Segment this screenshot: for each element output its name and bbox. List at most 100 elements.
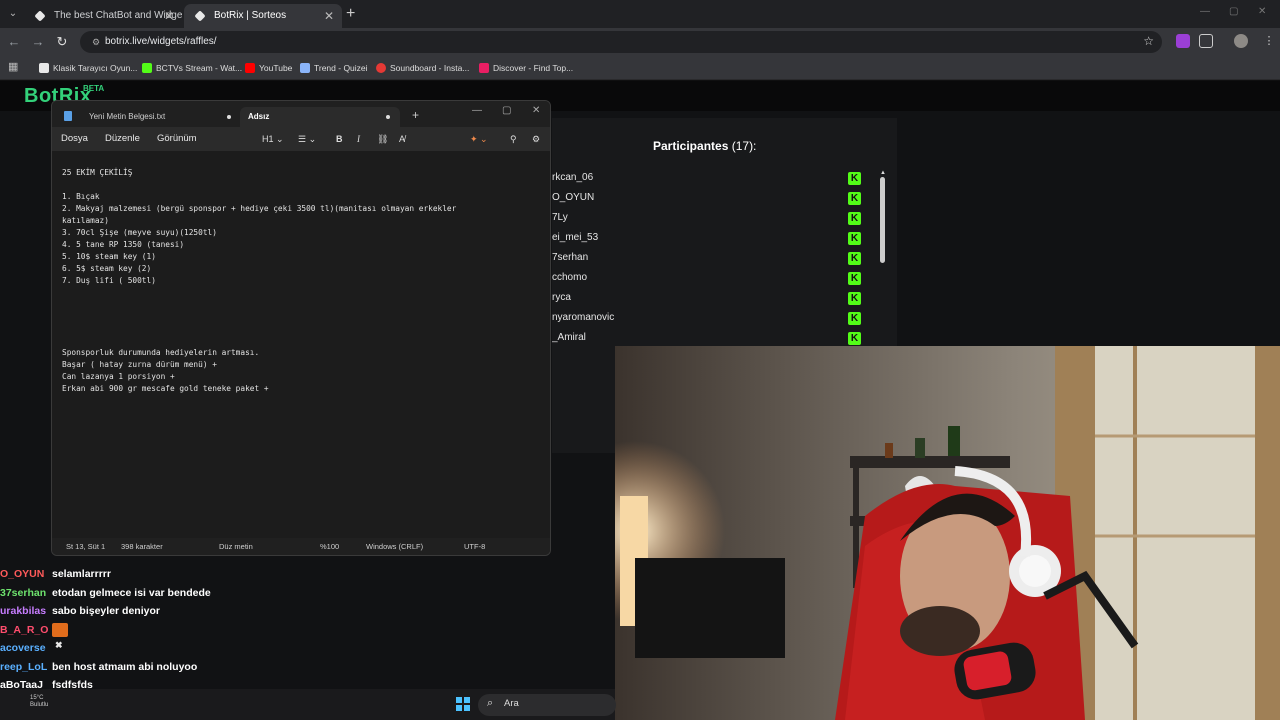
menu-view[interactable]: Görünüm bbox=[157, 127, 197, 151]
windows-start-icon[interactable] bbox=[456, 697, 470, 711]
extension-icon[interactable] bbox=[1176, 34, 1190, 48]
close-window-icon[interactable]: ✕ bbox=[1258, 6, 1266, 17]
scroll-up-icon[interactable]: ▲ bbox=[880, 169, 886, 177]
kick-platform-icon: K bbox=[848, 212, 861, 225]
forward-icon[interactable]: → bbox=[30, 34, 46, 50]
browser-toolbar: ← → ↻ ⚙ botrix.live/widgets/raffles/ ☆ bbox=[0, 28, 1280, 56]
line-endings: Windows (CRLF) bbox=[366, 542, 424, 551]
chat-username[interactable]: 37serhan bbox=[0, 587, 46, 599]
maximize-icon[interactable]: ▢ bbox=[1229, 6, 1238, 17]
scrollbar-thumb[interactable] bbox=[880, 177, 885, 263]
participants-list[interactable]: rkcan_06 K O_OYUN K 7Ly Kei_mei_53 K 7serhan Kcc… bbox=[552, 169, 872, 346]
weather-widget[interactable]: 15°C Bulutlu bbox=[30, 695, 48, 709]
notepad-menubar: Dosya Düzenle Görünüm H1 ⌄ ☰ ⌄ B I ⛓ A̸ … bbox=[52, 127, 550, 151]
botrix-favicon-icon bbox=[194, 10, 206, 22]
heading-dropdown[interactable]: H1 ⌄ bbox=[262, 127, 284, 151]
search-icon: ⌕ bbox=[487, 697, 494, 709]
bookmark-label: YouTube bbox=[259, 63, 293, 73]
participant-name: cchomo bbox=[552, 272, 588, 283]
chat-text: ben host atmaım abi noluyoo bbox=[52, 660, 198, 673]
notepad-window: Yeni Metin Belgesi.txt Adsız + — ▢ ✕ Dos… bbox=[51, 100, 551, 556]
close-icon[interactable]: ✕ bbox=[164, 4, 174, 28]
browser-tab-chatbot[interactable]: The best ChatBot and Widgets ✕ bbox=[24, 4, 182, 28]
participants-scrollbar[interactable]: ▲ bbox=[880, 169, 886, 279]
chat-username[interactable]: B_A_R_O bbox=[0, 624, 48, 636]
bookmark-item[interactable]: Discover - Find Top... bbox=[479, 56, 573, 80]
bookmark-star-icon[interactable]: ☆ bbox=[1143, 34, 1154, 48]
chat-text: etodan gelmece isi var bendede bbox=[52, 586, 211, 599]
bookmark-label: Trend - Quizei bbox=[314, 63, 368, 73]
webcam-overlay bbox=[615, 346, 1280, 720]
search-label: Ara bbox=[504, 698, 519, 709]
link-icon[interactable]: ⛓ bbox=[377, 127, 388, 151]
participant-name: ryca bbox=[552, 292, 571, 303]
chat-username[interactable]: O_OYUN bbox=[0, 568, 44, 580]
participant-name: ei_mei_53 bbox=[552, 232, 599, 243]
bookmarks-bar: ▦ Klasik Tarayıcı Oyun... BCTVs Stream -… bbox=[0, 56, 1280, 80]
minimize-icon[interactable]: — bbox=[1200, 6, 1210, 17]
address-bar[interactable]: ⚙ botrix.live/widgets/raffles/ ☆ bbox=[80, 31, 1162, 53]
kick-platform-icon: K bbox=[848, 232, 861, 245]
browser-tab-bar: ⌄ The best ChatBot and Widgets ✕ BotRix … bbox=[0, 0, 1280, 28]
menu-edit[interactable]: Düzenle bbox=[105, 127, 140, 151]
taskbar-search[interactable]: ⌕ Ara bbox=[478, 694, 616, 716]
chat-username[interactable]: reep_LoL bbox=[0, 661, 47, 673]
chat-username[interactable]: acoverse bbox=[0, 642, 46, 654]
browser-tab-title: The best ChatBot and Widgets bbox=[54, 10, 182, 21]
list-dropdown-icon[interactable]: ☰ ⌄ bbox=[298, 127, 316, 151]
bold-icon[interactable]: B bbox=[336, 127, 343, 151]
notepad-tab-untitled[interactable]: Adsız bbox=[240, 107, 400, 127]
chat-text: selamlarrrrr bbox=[52, 568, 111, 580]
notepad-new-tab-button[interactable]: + bbox=[412, 108, 419, 122]
notepad-app-icon bbox=[64, 111, 72, 121]
bookmark-label: BCTVs Stream - Wat... bbox=[156, 63, 243, 73]
close-icon[interactable]: ✕ bbox=[324, 4, 334, 28]
profile-avatar[interactable] bbox=[1234, 34, 1248, 48]
unsaved-dot-icon bbox=[386, 115, 390, 119]
chat-message: reep_LoL ben host atmaım abi noluyoo bbox=[0, 658, 460, 677]
clear-formatting-icon[interactable]: A̸ bbox=[399, 127, 405, 151]
tab-search-icon[interactable]: ⌄ bbox=[4, 5, 22, 23]
notepad-close-icon[interactable]: ✕ bbox=[532, 105, 540, 116]
notepad-minimize-icon[interactable]: — bbox=[472, 105, 482, 116]
chat-message: acoverse ✖ bbox=[0, 639, 460, 658]
notepad-tab-title: Adsız bbox=[248, 112, 270, 121]
copilot-icon[interactable]: ✦ ⌄ bbox=[470, 127, 488, 151]
menu-kebab-icon[interactable]: ⋮ bbox=[1262, 34, 1276, 48]
kick-platform-icon: K bbox=[848, 312, 861, 325]
notepad-titlebar: Yeni Metin Belgesi.txt Adsız + — ▢ ✕ bbox=[52, 101, 550, 127]
kick-platform-icon: K bbox=[848, 172, 861, 185]
webcam-image bbox=[615, 346, 1280, 720]
menu-file[interactable]: Dosya bbox=[61, 127, 88, 151]
chat-message: urakbilas sabo bişeyler deniyor bbox=[0, 602, 460, 621]
bookmark-item[interactable]: Klasik Tarayıcı Oyun... bbox=[39, 56, 137, 80]
url-text[interactable]: botrix.live/widgets/raffles/ bbox=[105, 31, 217, 53]
discover-favicon-icon bbox=[479, 63, 489, 73]
new-tab-button[interactable]: + bbox=[346, 4, 355, 24]
back-icon[interactable]: ← bbox=[6, 34, 22, 50]
reload-icon[interactable]: ↻ bbox=[54, 34, 70, 50]
kick-platform-icon: K bbox=[848, 252, 861, 265]
chat-username[interactable]: urakbilas bbox=[0, 605, 46, 617]
participant-row: 7serhan K bbox=[552, 249, 872, 269]
encoding: UTF-8 bbox=[464, 542, 486, 551]
account-icon[interactable]: ⚲ bbox=[510, 127, 517, 151]
extensions-puzzle-icon[interactable] bbox=[1199, 34, 1213, 48]
italic-icon[interactable]: I bbox=[357, 127, 360, 151]
bookmark-item[interactable]: YouTube bbox=[245, 56, 292, 80]
site-info-icon[interactable]: ⚙ bbox=[90, 36, 102, 48]
bookmark-item[interactable]: Trend - Quizei bbox=[300, 56, 368, 80]
bookmark-item[interactable]: BCTVs Stream - Wat... bbox=[142, 56, 242, 80]
botrix-favicon-icon bbox=[34, 10, 46, 22]
notepad-tab-file[interactable]: Yeni Metin Belgesi.txt bbox=[82, 107, 242, 127]
notepad-maximize-icon[interactable]: ▢ bbox=[502, 105, 511, 116]
zoom-level[interactable]: %100 bbox=[320, 538, 339, 555]
notepad-text-area[interactable]: 25 EKİM ÇEKİLİŞ 1. Bıçak 2. Makyaj malze… bbox=[62, 167, 542, 517]
chat-message: 37serhan etodan gelmece isi var bendede bbox=[0, 584, 460, 603]
browser-tab-raffles[interactable]: BotRix | Sorteos ✕ bbox=[184, 4, 342, 28]
bookmark-item[interactable]: Soundboard - Insta... bbox=[376, 56, 469, 80]
apps-grid-icon[interactable]: ▦ bbox=[8, 62, 19, 73]
kick-platform-icon: K bbox=[848, 292, 861, 305]
kick-platform-icon: K bbox=[848, 272, 861, 285]
settings-gear-icon[interactable]: ⚙ bbox=[532, 127, 540, 151]
